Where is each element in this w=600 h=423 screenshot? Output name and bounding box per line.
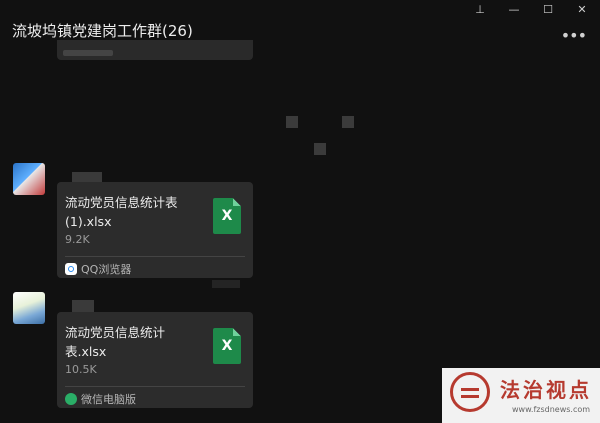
pixelated-sticker [314,143,326,155]
file-source-label: QQ浏览器 [81,263,132,276]
previous-message-fragment [57,40,253,60]
sender-name-redacted [72,300,94,312]
file-source: 微信电脑版 [65,391,136,406]
watermark-url: www.fzsdnews.com [512,405,591,414]
file-source: QQ浏览器 [65,261,132,276]
excel-icon: X [213,198,241,234]
card-divider [65,386,245,387]
wechat-icon [65,393,77,405]
file-name: 流动党员信息统计表.xlsx [65,325,166,359]
site-watermark: 法治视点 www.fzsdnews.com [442,368,600,423]
file-size: 10.5K [65,363,97,376]
pixelated-sticker [342,116,354,128]
watermark-logo-icon [450,372,490,412]
maximize-button[interactable]: ☐ [538,2,558,18]
avatar[interactable] [13,292,45,324]
file-source-label: 微信电脑版 [81,393,136,406]
chat-title: 流坡坞镇党建岗工作群(26) [12,22,193,40]
card-divider [65,256,245,257]
window-titlebar: ⊥ — ☐ ✕ [0,0,600,22]
file-size: 9.2K [65,233,90,246]
file-message-card[interactable]: 流动党员信息统计表(1).xlsx 9.2K X QQ浏览器 [57,182,253,278]
excel-icon-letter: X [221,208,233,224]
watermark-title: 法治视点 [500,378,592,402]
pixelated-sticker [212,280,240,288]
previous-message-source [63,50,113,56]
close-button[interactable]: ✕ [572,2,592,18]
pixelated-sticker [286,116,298,128]
file-message-card[interactable]: 流动党员信息统计表.xlsx 10.5K X 微信电脑版 [57,312,253,408]
avatar[interactable] [13,163,45,195]
file-name: 流动党员信息统计表(1).xlsx [65,195,178,229]
minimize-button[interactable]: — [504,2,524,18]
excel-icon-letter: X [221,338,233,354]
more-options-icon[interactable]: ••• [561,26,587,45]
pin-icon[interactable]: ⊥ [470,2,490,18]
qq-browser-icon [65,263,77,275]
excel-icon: X [213,328,241,364]
